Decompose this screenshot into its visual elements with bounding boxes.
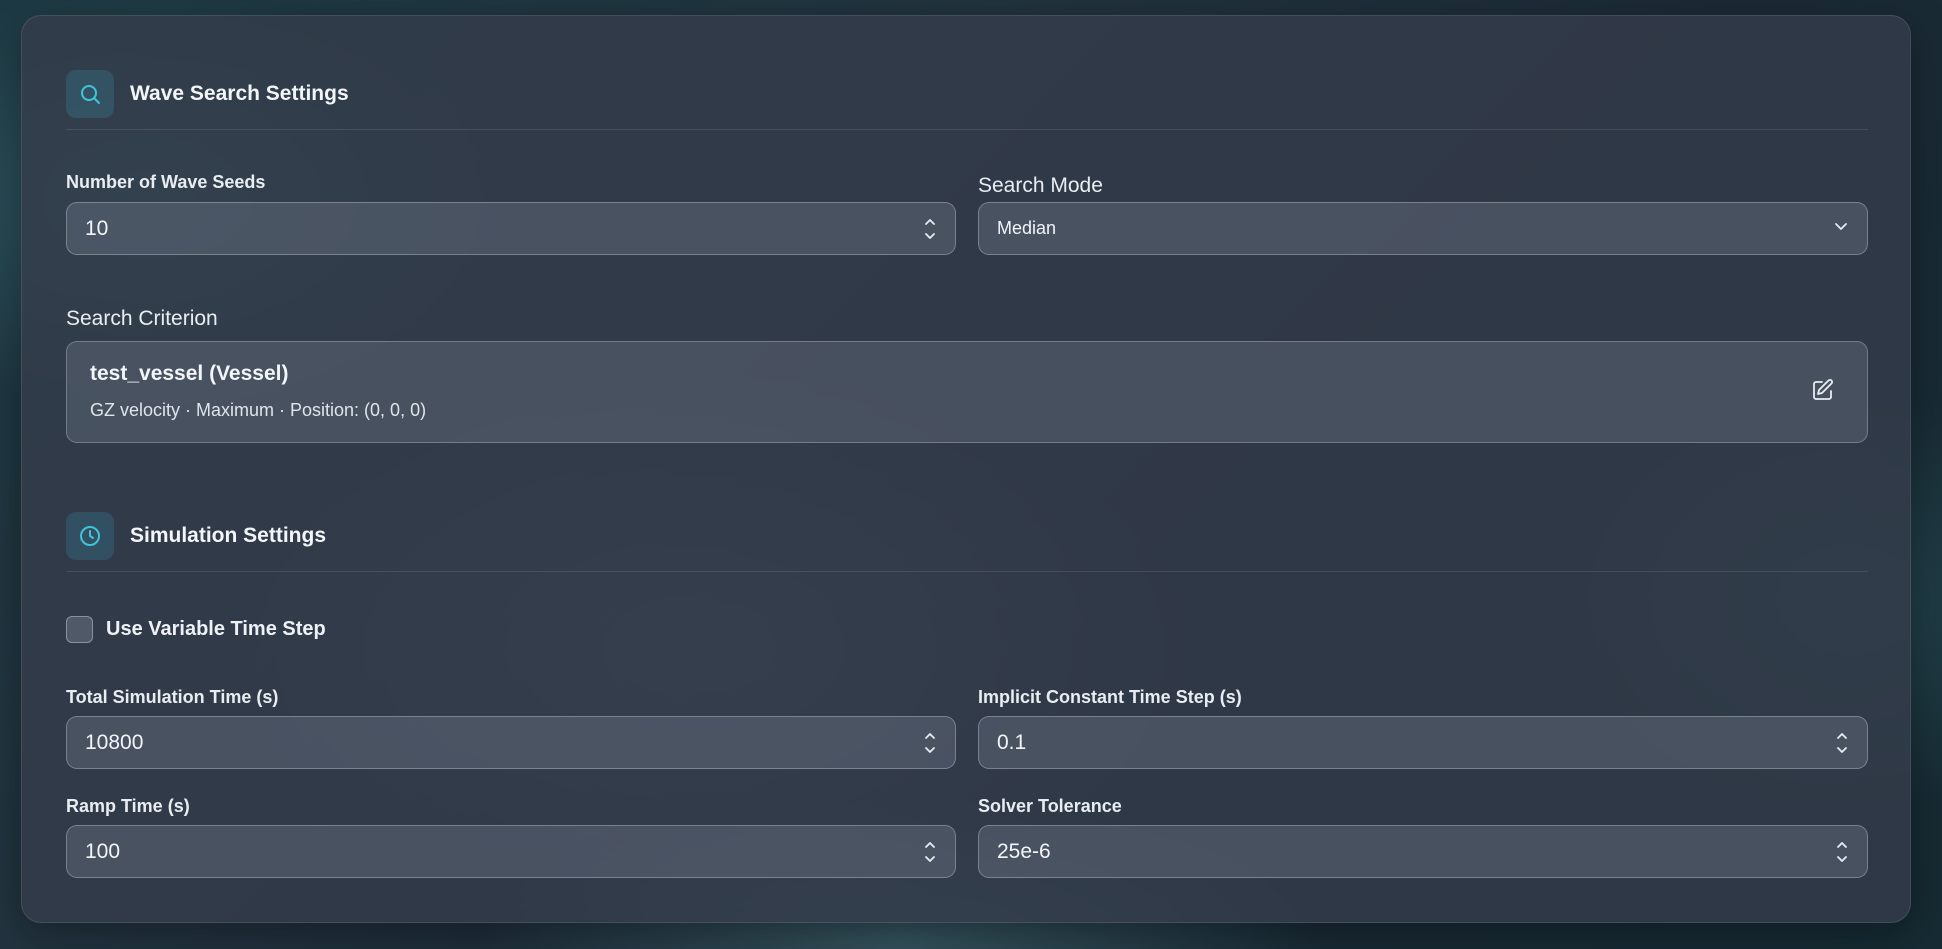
simulation-header: Simulation Settings: [66, 500, 1868, 572]
time-step-value: 0.1: [997, 730, 1027, 754]
variable-time-step-label[interactable]: Use Variable Time Step: [106, 618, 326, 641]
chevron-down-icon: [1833, 218, 1849, 239]
criterion-detail: GZ velocity · Maximum · Position: (0, 0,…: [90, 400, 427, 420]
variable-time-step-checkbox[interactable]: [66, 616, 93, 643]
wave-seeds-value: 10: [85, 216, 109, 240]
total-time-label: Total Simulation Time (s): [66, 687, 279, 707]
search-mode-select[interactable]: Median: [978, 202, 1868, 255]
stepper-icon[interactable]: [923, 838, 937, 866]
wave-search-header: Wave Search Settings: [66, 58, 1868, 130]
wave-seeds-label: Number of Wave Seeds: [66, 172, 266, 192]
stepper-icon[interactable]: [923, 729, 937, 757]
solver-tolerance-label: Solver Tolerance: [978, 796, 1122, 816]
clock-icon: [66, 511, 114, 560]
search-mode-label: Search Mode: [978, 174, 1103, 197]
stepper-icon[interactable]: [923, 215, 937, 243]
settings-panel: Wave Search Settings Number of Wave Seed…: [21, 15, 1911, 923]
search-icon: [66, 69, 114, 118]
search-criterion-card[interactable]: test_vessel (Vessel) GZ velocity · Maxim…: [66, 341, 1868, 443]
ramp-time-value: 100: [85, 839, 121, 863]
ramp-time-label: Ramp Time (s): [66, 796, 190, 816]
ramp-time-input[interactable]: 100: [66, 825, 956, 878]
time-step-label: Implicit Constant Time Step (s): [978, 687, 1242, 707]
search-criterion-label: Search Criterion: [66, 307, 218, 330]
wave-seeds-input[interactable]: 10: [66, 202, 956, 255]
wave-search-title: Wave Search Settings: [130, 81, 349, 105]
total-time-input[interactable]: 10800: [66, 716, 956, 769]
simulation-title: Simulation Settings: [130, 523, 327, 547]
criterion-title: test_vessel (Vessel): [90, 362, 289, 385]
edit-icon[interactable]: [1811, 378, 1837, 404]
stepper-icon[interactable]: [1835, 838, 1849, 866]
search-mode-value: Median: [997, 218, 1057, 238]
total-time-value: 10800: [85, 730, 144, 754]
solver-tolerance-value: 25e-6: [997, 839, 1051, 863]
stepper-icon[interactable]: [1835, 729, 1849, 757]
time-step-input[interactable]: 0.1: [978, 716, 1868, 769]
solver-tolerance-input[interactable]: 25e-6: [978, 825, 1868, 878]
